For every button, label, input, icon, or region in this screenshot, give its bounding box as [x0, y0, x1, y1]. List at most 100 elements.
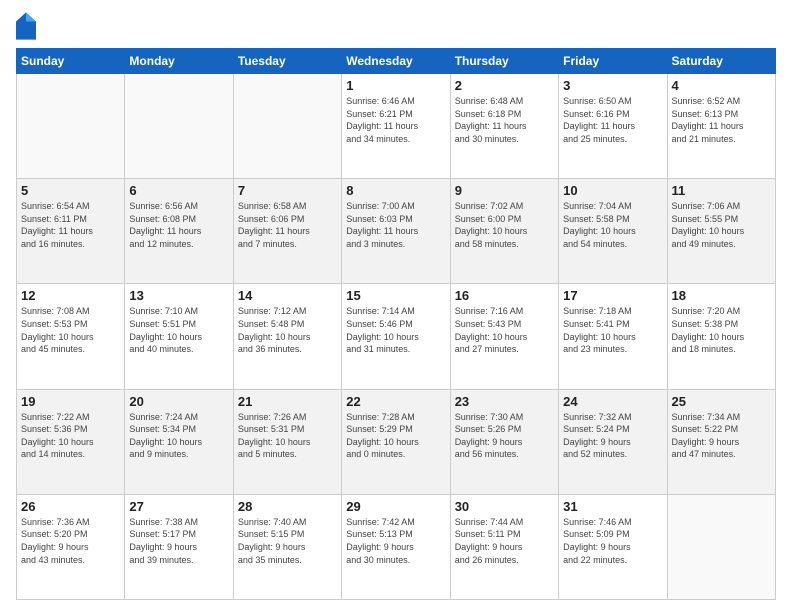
- day-number: 7: [238, 183, 337, 198]
- calendar-week-row: 12Sunrise: 7:08 AM Sunset: 5:53 PM Dayli…: [17, 284, 776, 389]
- calendar-cell: 1 Sunrise: 6:46 AM Sunset: 6:21 PM Daylig…: [342, 74, 450, 179]
- day-info: Sunrise: 7:34 AM Sunset: 5:22 PM Dayligh…: [672, 411, 771, 461]
- day-header-tuesday: Tuesday: [233, 49, 341, 74]
- header: [16, 12, 776, 40]
- calendar-cell: [667, 494, 775, 599]
- calendar-cell: 13 Sunrise: 7:10 AM Sunset: 5:51 PM Dayli…: [125, 284, 233, 389]
- day-info: Sunrise: 7:06 AM Sunset: 5:55 PM Dayligh…: [672, 200, 771, 250]
- calendar-week-row: 19 Sunrise: 7:22 AM Sunset: 5:36 PM Dayli…: [17, 389, 776, 494]
- day-info: Sunrise: 6:56 AM Sunset: 6:08 PM Dayligh…: [129, 200, 228, 250]
- day-number: 21: [238, 394, 337, 409]
- day-number: 28: [238, 499, 337, 514]
- calendar-week-row: 26 Sunrise: 7:36 AM Sunset: 5:20 PM Dayli…: [17, 494, 776, 599]
- day-info: Sunrise: 7:44 AM Sunset: 5:11 PM Dayligh…: [455, 516, 554, 566]
- calendar-cell: 6 Sunrise: 6:56 AM Sunset: 6:08 PM Daylig…: [125, 179, 233, 284]
- day-number: 19: [21, 394, 120, 409]
- day-number: 2: [455, 78, 554, 93]
- calendar-week-row: 5Sunrise: 6:54 AM Sunset: 6:11 PM Daylig…: [17, 179, 776, 284]
- calendar-cell: 14 Sunrise: 7:12 AM Sunset: 5:48 PM Dayli…: [233, 284, 341, 389]
- day-number: 8: [346, 183, 445, 198]
- calendar-cell: [125, 74, 233, 179]
- day-info: Sunrise: 6:46 AM Sunset: 6:21 PM Dayligh…: [346, 95, 445, 145]
- day-info: Sunrise: 7:46 AM Sunset: 5:09 PM Dayligh…: [563, 516, 662, 566]
- day-number: 30: [455, 499, 554, 514]
- calendar-cell: 26 Sunrise: 7:36 AM Sunset: 5:20 PM Dayli…: [17, 494, 125, 599]
- day-header-friday: Friday: [559, 49, 667, 74]
- day-number: 11: [672, 183, 771, 198]
- calendar-cell: 10 Sunrise: 7:04 AM Sunset: 5:58 PM Dayli…: [559, 179, 667, 284]
- day-number: 25: [672, 394, 771, 409]
- calendar-cell: 19 Sunrise: 7:22 AM Sunset: 5:36 PM Dayli…: [17, 389, 125, 494]
- calendar-cell: 15 Sunrise: 7:14 AM Sunset: 5:46 PM Dayli…: [342, 284, 450, 389]
- day-header-saturday: Saturday: [667, 49, 775, 74]
- day-info: Sunrise: 6:48 AM Sunset: 6:18 PM Dayligh…: [455, 95, 554, 145]
- calendar-cell: 30 Sunrise: 7:44 AM Sunset: 5:11 PM Dayli…: [450, 494, 558, 599]
- day-info: Sunrise: 7:22 AM Sunset: 5:36 PM Dayligh…: [21, 411, 120, 461]
- day-number: 22: [346, 394, 445, 409]
- calendar-cell: 7 Sunrise: 6:58 AM Sunset: 6:06 PM Daylig…: [233, 179, 341, 284]
- calendar-table: SundayMondayTuesdayWednesdayThursdayFrid…: [16, 48, 776, 600]
- calendar-cell: 8 Sunrise: 7:00 AM Sunset: 6:03 PM Daylig…: [342, 179, 450, 284]
- day-info: Sunrise: 7:18 AM Sunset: 5:41 PM Dayligh…: [563, 305, 662, 355]
- day-info: Sunrise: 7:40 AM Sunset: 5:15 PM Dayligh…: [238, 516, 337, 566]
- calendar-cell: 3 Sunrise: 6:50 AM Sunset: 6:16 PM Daylig…: [559, 74, 667, 179]
- day-info: Sunrise: 7:04 AM Sunset: 5:58 PM Dayligh…: [563, 200, 662, 250]
- day-number: 1: [346, 78, 445, 93]
- calendar-cell: 5Sunrise: 6:54 AM Sunset: 6:11 PM Daylig…: [17, 179, 125, 284]
- calendar-cell: 29 Sunrise: 7:42 AM Sunset: 5:13 PM Dayli…: [342, 494, 450, 599]
- logo-icon: [16, 12, 36, 40]
- day-info: Sunrise: 7:10 AM Sunset: 5:51 PM Dayligh…: [129, 305, 228, 355]
- calendar-cell: 25 Sunrise: 7:34 AM Sunset: 5:22 PM Dayli…: [667, 389, 775, 494]
- day-info: Sunrise: 7:12 AM Sunset: 5:48 PM Dayligh…: [238, 305, 337, 355]
- day-header-sunday: Sunday: [17, 49, 125, 74]
- calendar-header-row: SundayMondayTuesdayWednesdayThursdayFrid…: [17, 49, 776, 74]
- day-number: 16: [455, 288, 554, 303]
- day-number: 29: [346, 499, 445, 514]
- day-number: 18: [672, 288, 771, 303]
- calendar-cell: 27Sunrise: 7:38 AM Sunset: 5:17 PM Dayli…: [125, 494, 233, 599]
- calendar-cell: 22 Sunrise: 7:28 AM Sunset: 5:29 PM Dayli…: [342, 389, 450, 494]
- day-number: 10: [563, 183, 662, 198]
- day-info: Sunrise: 7:02 AM Sunset: 6:00 PM Dayligh…: [455, 200, 554, 250]
- day-info: Sunrise: 7:36 AM Sunset: 5:20 PM Dayligh…: [21, 516, 120, 566]
- page: SundayMondayTuesdayWednesdayThursdayFrid…: [0, 0, 792, 612]
- day-number: 13: [129, 288, 228, 303]
- day-number: 4: [672, 78, 771, 93]
- calendar-cell: 11 Sunrise: 7:06 AM Sunset: 5:55 PM Dayli…: [667, 179, 775, 284]
- calendar-cell: 18 Sunrise: 7:20 AM Sunset: 5:38 PM Dayli…: [667, 284, 775, 389]
- calendar-cell: 9 Sunrise: 7:02 AM Sunset: 6:00 PM Daylig…: [450, 179, 558, 284]
- calendar-cell: 16 Sunrise: 7:16 AM Sunset: 5:43 PM Dayli…: [450, 284, 558, 389]
- day-number: 5: [21, 183, 120, 198]
- day-info: Sunrise: 6:58 AM Sunset: 6:06 PM Dayligh…: [238, 200, 337, 250]
- calendar-cell: [17, 74, 125, 179]
- day-info: Sunrise: 7:32 AM Sunset: 5:24 PM Dayligh…: [563, 411, 662, 461]
- day-info: Sunrise: 6:50 AM Sunset: 6:16 PM Dayligh…: [563, 95, 662, 145]
- day-info: Sunrise: 7:00 AM Sunset: 6:03 PM Dayligh…: [346, 200, 445, 250]
- day-number: 14: [238, 288, 337, 303]
- day-info: Sunrise: 7:38 AM Sunset: 5:17 PM Dayligh…: [129, 516, 228, 566]
- day-info: Sunrise: 6:52 AM Sunset: 6:13 PM Dayligh…: [672, 95, 771, 145]
- day-number: 3: [563, 78, 662, 93]
- calendar-cell: 20Sunrise: 7:24 AM Sunset: 5:34 PM Dayli…: [125, 389, 233, 494]
- day-number: 9: [455, 183, 554, 198]
- day-info: Sunrise: 7:16 AM Sunset: 5:43 PM Dayligh…: [455, 305, 554, 355]
- day-number: 24: [563, 394, 662, 409]
- day-info: Sunrise: 7:14 AM Sunset: 5:46 PM Dayligh…: [346, 305, 445, 355]
- day-number: 31: [563, 499, 662, 514]
- day-info: Sunrise: 7:20 AM Sunset: 5:38 PM Dayligh…: [672, 305, 771, 355]
- calendar-cell: 4 Sunrise: 6:52 AM Sunset: 6:13 PM Daylig…: [667, 74, 775, 179]
- calendar-cell: 28 Sunrise: 7:40 AM Sunset: 5:15 PM Dayli…: [233, 494, 341, 599]
- calendar-cell: 12Sunrise: 7:08 AM Sunset: 5:53 PM Dayli…: [17, 284, 125, 389]
- day-header-monday: Monday: [125, 49, 233, 74]
- day-number: 15: [346, 288, 445, 303]
- day-number: 6: [129, 183, 228, 198]
- day-info: Sunrise: 7:42 AM Sunset: 5:13 PM Dayligh…: [346, 516, 445, 566]
- calendar-cell: 31 Sunrise: 7:46 AM Sunset: 5:09 PM Dayli…: [559, 494, 667, 599]
- day-number: 26: [21, 499, 120, 514]
- calendar-cell: 2 Sunrise: 6:48 AM Sunset: 6:18 PM Daylig…: [450, 74, 558, 179]
- calendar-cell: [233, 74, 341, 179]
- day-info: Sunrise: 7:28 AM Sunset: 5:29 PM Dayligh…: [346, 411, 445, 461]
- day-number: 23: [455, 394, 554, 409]
- calendar-cell: 24 Sunrise: 7:32 AM Sunset: 5:24 PM Dayli…: [559, 389, 667, 494]
- logo: [16, 12, 40, 40]
